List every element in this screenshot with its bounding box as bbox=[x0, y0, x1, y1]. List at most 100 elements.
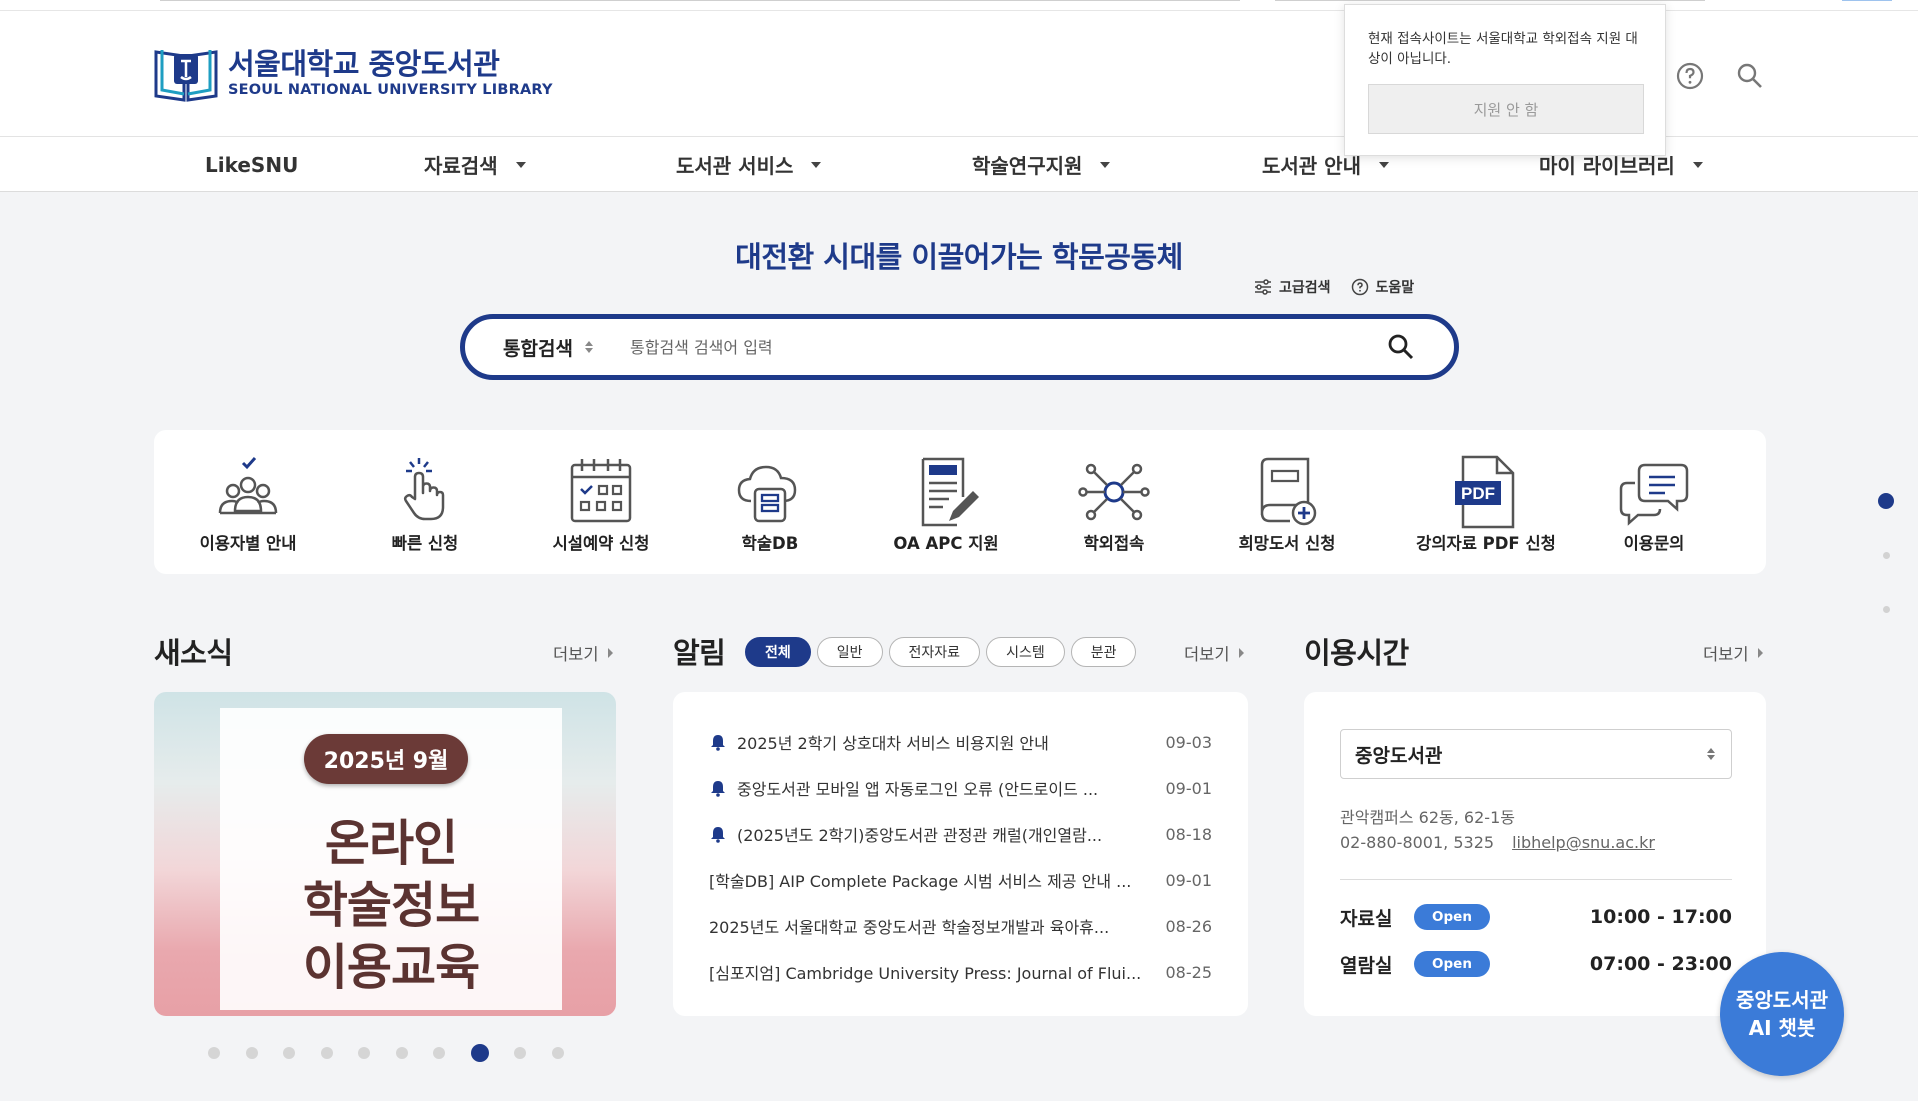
notice-title: [학술DB] AIP Complete Package 시범 서비스 제공 안내… bbox=[709, 872, 1132, 891]
offcampus-access-popup: 현재 접속사이트는 서울대학교 학외접속 지원 대상이 아닙니다. 지원 안 함 bbox=[1344, 4, 1666, 156]
quick-link-oa-apc[interactable]: OA APC 지원 bbox=[879, 430, 1013, 574]
quick-link-offcampus-access[interactable]: 학외접속 bbox=[1062, 430, 1166, 574]
more-label: 더보기 bbox=[1184, 645, 1230, 664]
pager-dot[interactable] bbox=[358, 1047, 370, 1059]
ai-chatbot-button[interactable]: 중앙도서관 AI 챗봇 bbox=[1720, 952, 1844, 1076]
library-address: 관악캠퍼스 62동, 62-1동 bbox=[1340, 808, 1515, 827]
notice-title: (2025년도 2학기)중앙도서관 관정관 캐럴(개인열람... bbox=[737, 826, 1103, 845]
tap-hand-icon bbox=[403, 458, 445, 521]
notice-more-link[interactable]: 더보기 bbox=[1184, 641, 1244, 665]
nav-label: 학술연구지원 bbox=[972, 154, 1083, 178]
logo-korean-text: 서울대학교 중앙도서관 bbox=[228, 47, 500, 81]
chatbot-label-line1: 중앙도서관 bbox=[1736, 988, 1828, 1012]
help-icon[interactable] bbox=[1674, 60, 1706, 92]
site-logo[interactable]: 서울대학교 중앙도서관 SEOUL NATIONAL UNIVERSITY LI… bbox=[154, 44, 553, 102]
quick-link-fast-request[interactable]: 빠른 신청 bbox=[373, 430, 477, 574]
pager-dot[interactable] bbox=[514, 1047, 526, 1059]
news-banner[interactable]: 2025년 9월 온라인 학술정보 이용교육 bbox=[154, 692, 616, 1016]
logo-english-text: SEOUL NATIONAL UNIVERSITY LIBRARY bbox=[228, 82, 553, 98]
quick-link-label: OA APC 지원 bbox=[893, 534, 999, 553]
nav-label: 자료검색 bbox=[424, 154, 498, 178]
library-phone: 02-880-8001, 5325 bbox=[1340, 833, 1495, 852]
quick-link-label: 강의자료 PDF 신청 bbox=[1416, 534, 1556, 553]
quick-link-facility-reservation[interactable]: 시설예약 신청 bbox=[534, 430, 668, 574]
pager-dot[interactable] bbox=[283, 1047, 295, 1059]
nav-item-search[interactable]: 자료검색 bbox=[424, 137, 526, 192]
room-name: 열람실 bbox=[1340, 954, 1393, 977]
notice-date: 09-03 bbox=[1165, 732, 1213, 752]
quick-link-label: 이용문의 bbox=[1623, 534, 1685, 553]
caret-down-icon bbox=[1378, 161, 1389, 168]
calendar-icon bbox=[570, 459, 632, 523]
news-section-title: 새소식 bbox=[154, 636, 233, 670]
pager-dot[interactable] bbox=[551, 1047, 564, 1059]
quick-links-panel: 이용자별 안내 빠른 신청 시설예약 신청 학술DB OA APC 지원 학외접… bbox=[154, 430, 1766, 574]
network-icon bbox=[1078, 463, 1150, 521]
quick-link-label: 이용자별 안내 bbox=[199, 534, 297, 553]
nav-item-likesnu[interactable]: LikeSNU bbox=[205, 137, 298, 192]
pager-dot[interactable] bbox=[395, 1047, 408, 1059]
hours-panel: 중앙도서관 관악캠퍼스 62동, 62-1동 02-880-8001, 5325… bbox=[1304, 692, 1766, 1016]
side-nav-dot-active[interactable] bbox=[1878, 493, 1894, 509]
sort-arrows-icon bbox=[584, 341, 593, 353]
popup-message: 현재 접속사이트는 서울대학교 학외접속 지원 대상이 아닙니다. bbox=[1368, 31, 1638, 67]
notice-chip-system[interactable]: 시스템 bbox=[986, 637, 1065, 667]
room-name: 자료실 bbox=[1340, 907, 1393, 930]
search-type-select[interactable]: 통합검색 bbox=[503, 319, 593, 375]
news-banner-date-pill: 2025년 9월 bbox=[304, 734, 468, 784]
nav-item-library-service[interactable]: 도서관 서비스 bbox=[676, 137, 822, 192]
news-banner-line: 온라인 bbox=[324, 815, 458, 872]
caret-down-icon bbox=[515, 161, 526, 168]
sliders-icon bbox=[1255, 279, 1271, 295]
news-more-link[interactable]: 더보기 bbox=[553, 641, 613, 665]
search-submit-icon[interactable] bbox=[1386, 332, 1416, 362]
room-time: 10:00 - 17:00 bbox=[1589, 906, 1732, 928]
room-hours-row: 열람실 Open 07:00 - 23:00 bbox=[1340, 949, 1732, 979]
notice-chip-all[interactable]: 전체 bbox=[745, 637, 811, 667]
nav-item-research-support[interactable]: 학술연구지원 bbox=[972, 137, 1111, 192]
pager-dot[interactable] bbox=[320, 1047, 333, 1059]
notice-item[interactable]: 중앙도서관 모바일 앱 자동로그인 오류 (안드로이드 ... 09-01 bbox=[709, 776, 1212, 800]
notice-chip-branch[interactable]: 분관 bbox=[1070, 637, 1137, 667]
advanced-search-link[interactable]: 고급검색 bbox=[1254, 277, 1331, 297]
caret-down-icon bbox=[1100, 161, 1111, 168]
notice-chip-general[interactable]: 일반 bbox=[816, 637, 883, 667]
notice-item[interactable]: 2025년 2학기 상호대차 서비스 비용지원 안내 09-03 bbox=[709, 730, 1212, 754]
side-nav-dot[interactable] bbox=[1883, 552, 1890, 559]
chat-bubbles-icon bbox=[1619, 463, 1689, 526]
library-select[interactable]: 중앙도서관 bbox=[1340, 729, 1732, 779]
more-label: 더보기 bbox=[1703, 645, 1749, 664]
search-input[interactable] bbox=[630, 332, 1330, 362]
help-circle-icon bbox=[1351, 278, 1368, 296]
pager-dot[interactable] bbox=[245, 1047, 258, 1059]
notice-item[interactable]: [학술DB] AIP Complete Package 시범 서비스 제공 안내… bbox=[709, 868, 1212, 892]
notice-date: 09-01 bbox=[1165, 870, 1213, 890]
library-email-link[interactable]: libhelp@snu.ac.kr bbox=[1512, 833, 1655, 852]
pager-dot[interactable] bbox=[208, 1047, 220, 1059]
notice-chip-eresources[interactable]: 전자자료 bbox=[888, 637, 981, 667]
search-icon[interactable] bbox=[1734, 60, 1766, 92]
quick-link-label: 학술DB bbox=[741, 534, 799, 553]
pager-dot[interactable] bbox=[433, 1047, 445, 1059]
document-edit-icon bbox=[921, 457, 979, 527]
popup-dismiss-button[interactable]: 지원 안 함 bbox=[1368, 84, 1644, 134]
quick-link-user-guide[interactable]: 이용자별 안내 bbox=[196, 430, 300, 574]
quick-link-academic-db[interactable]: 학술DB bbox=[718, 430, 822, 574]
notice-item[interactable]: [심포지엄] Cambridge University Press: Journ… bbox=[709, 960, 1212, 984]
notice-item[interactable]: (2025년도 2학기)중앙도서관 관정관 캐럴(개인열람... 08-18 bbox=[709, 822, 1212, 846]
chatbot-label-line2: AI 챗봇 bbox=[1748, 1016, 1816, 1040]
notice-date: 09-01 bbox=[1165, 778, 1213, 798]
quick-link-book-request[interactable]: 희망도서 신청 bbox=[1220, 430, 1354, 574]
main-search-box: 통합검색 bbox=[460, 314, 1459, 380]
notice-list: 2025년 2학기 상호대차 서비스 비용지원 안내 09-03 중앙도서관 모… bbox=[673, 692, 1248, 1016]
help-link[interactable]: 도움말 bbox=[1351, 277, 1414, 297]
hours-more-link[interactable]: 더보기 bbox=[1703, 641, 1763, 665]
quick-link-inquiry[interactable]: 이용문의 bbox=[1602, 430, 1706, 574]
pager-dot-active[interactable] bbox=[470, 1044, 489, 1062]
pinned-bell-icon bbox=[711, 781, 725, 797]
open-status-badge: Open bbox=[1414, 904, 1490, 930]
hero-title: 대전환 시대를 이끌어가는 학문공동체 bbox=[735, 240, 1183, 274]
notice-item[interactable]: 2025년도 서울대학교 중앙도서관 학술정보개발과 육아휴... 08-26 bbox=[709, 914, 1212, 938]
quick-link-lecture-pdf[interactable]: PDF 강의자료 PDF 신청 bbox=[1408, 430, 1564, 574]
side-nav-dot[interactable] bbox=[1883, 606, 1890, 613]
